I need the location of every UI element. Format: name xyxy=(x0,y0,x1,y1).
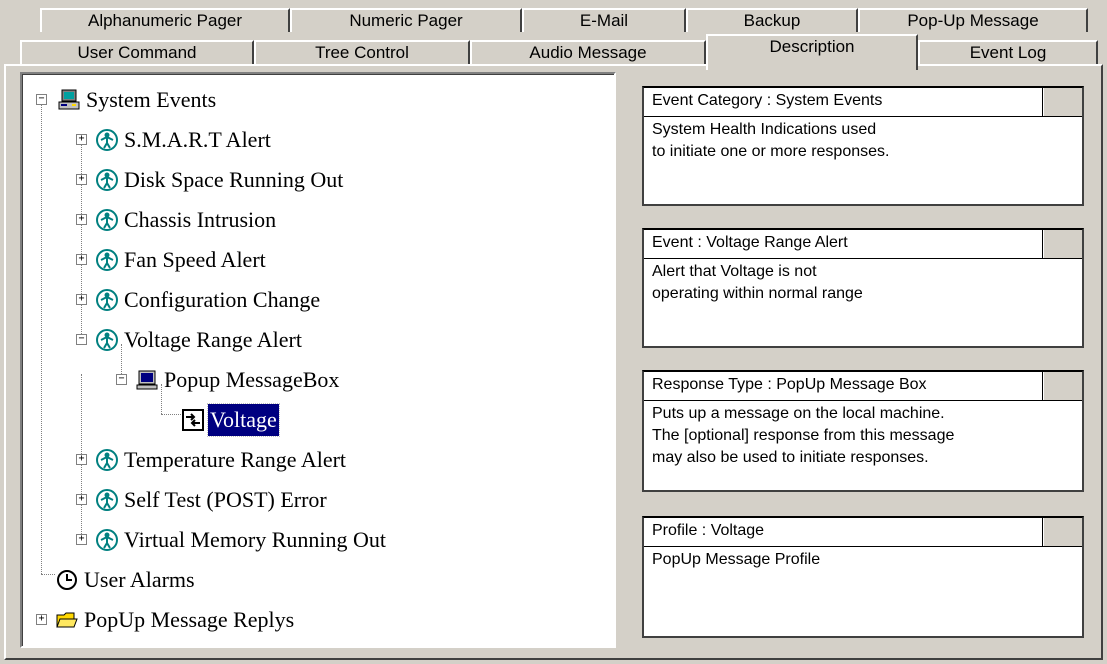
profile-arrows-icon xyxy=(182,409,204,431)
tree-line xyxy=(41,574,55,575)
event-person-icon xyxy=(96,329,118,351)
tab-numeric-pager[interactable]: Numeric Pager xyxy=(290,8,522,32)
expand-toggle[interactable]: + xyxy=(76,294,87,305)
event-person-icon xyxy=(96,129,118,151)
expand-toggle[interactable]: + xyxy=(76,454,87,465)
event-person-icon xyxy=(96,249,118,271)
event-category-box: Event Category : System Events System He… xyxy=(642,86,1084,206)
event-person-icon xyxy=(96,209,118,231)
profile-box: Profile : Voltage PopUp Message Profile xyxy=(642,516,1084,638)
box-header-button xyxy=(1043,88,1082,116)
event-person-icon xyxy=(96,289,118,311)
tree-node-label: Self Test (POST) Error xyxy=(124,487,327,512)
clock-icon xyxy=(57,570,77,590)
collapse-toggle[interactable]: − xyxy=(116,374,127,385)
expand-toggle[interactable]: + xyxy=(76,174,87,185)
tree-node-label-selected: Voltage xyxy=(207,403,280,437)
tab-row-top: Alphanumeric Pager Numeric Pager E-Mail … xyxy=(0,8,1107,34)
box-header-button xyxy=(1043,518,1082,546)
tree-node-label: Fan Speed Alert xyxy=(124,247,266,272)
tab-event-log[interactable]: Event Log xyxy=(918,40,1098,64)
tab-audio-message[interactable]: Audio Message xyxy=(470,40,706,64)
expand-toggle[interactable]: + xyxy=(36,614,47,625)
folder-icon xyxy=(56,612,78,628)
tab-alphanumeric-pager[interactable]: Alphanumeric Pager xyxy=(40,8,290,32)
event-person-icon xyxy=(96,169,118,191)
tree-line xyxy=(161,384,162,414)
expand-toggle[interactable]: + xyxy=(76,254,87,265)
box-body: PopUp Message Profile xyxy=(652,551,821,568)
expand-toggle[interactable]: + xyxy=(76,134,87,145)
box-title: Event : Voltage Range Alert xyxy=(644,230,1043,258)
tree-line xyxy=(161,414,181,415)
computer-icon xyxy=(58,89,80,110)
collapse-toggle[interactable]: − xyxy=(76,334,87,345)
tab-user-command[interactable]: User Command xyxy=(20,40,254,64)
tab-description[interactable]: Description xyxy=(706,34,918,70)
response-type-box: Response Type : PopUp Message Box Puts u… xyxy=(642,370,1084,492)
tree-node-label: Virtual Memory Running Out xyxy=(124,527,387,552)
collapse-toggle[interactable]: − xyxy=(36,94,47,105)
tree-node-label: Disk Space Running Out xyxy=(124,167,344,192)
tree-node-label: Configuration Change xyxy=(124,287,321,312)
event-person-icon xyxy=(96,489,118,511)
tree-node-label: System Events xyxy=(86,87,217,112)
box-body: System Health Indications used to initia… xyxy=(652,121,890,160)
box-header-button xyxy=(1043,372,1082,400)
tab-backup[interactable]: Backup xyxy=(686,8,858,32)
box-body: Puts up a message on the local machine. … xyxy=(652,405,955,466)
monitor-icon xyxy=(136,370,158,390)
box-title: Profile : Voltage xyxy=(644,518,1043,546)
box-title: Response Type : PopUp Message Box xyxy=(644,372,1043,400)
expand-toggle[interactable]: + xyxy=(76,214,87,225)
tree-node-label: User Alarms xyxy=(84,567,195,592)
tree-node-label: Chassis Intrusion xyxy=(124,207,277,232)
event-box: Event : Voltage Range Alert Alert that V… xyxy=(642,228,1084,348)
tree-node-label: Temperature Range Alert xyxy=(124,447,347,472)
event-tree[interactable]: − System Events + S.M.A.R.T Alert + Disk… xyxy=(20,72,616,648)
box-header-button xyxy=(1043,230,1082,258)
tree-line xyxy=(41,96,42,574)
box-body: Alert that Voltage is not operating with… xyxy=(652,263,863,302)
tab-email[interactable]: E-Mail xyxy=(522,8,686,32)
box-title: Event Category : System Events xyxy=(644,88,1043,116)
tab-tree-control[interactable]: Tree Control xyxy=(254,40,470,64)
expand-toggle[interactable]: + xyxy=(76,494,87,505)
tree-node-label: S.M.A.R.T Alert xyxy=(124,127,271,152)
tab-row-bottom: User Command Tree Control Audio Message … xyxy=(0,34,1107,70)
tree-node-label: Voltage Range Alert xyxy=(124,327,302,352)
tab-popup-message[interactable]: Pop-Up Message xyxy=(858,8,1088,32)
tree-node-label: PopUp Message Replys xyxy=(84,607,295,632)
tree-node-label: Popup MessageBox xyxy=(164,367,340,392)
event-person-icon xyxy=(96,449,118,471)
expand-toggle[interactable]: + xyxy=(76,534,87,545)
event-person-icon xyxy=(96,529,118,551)
